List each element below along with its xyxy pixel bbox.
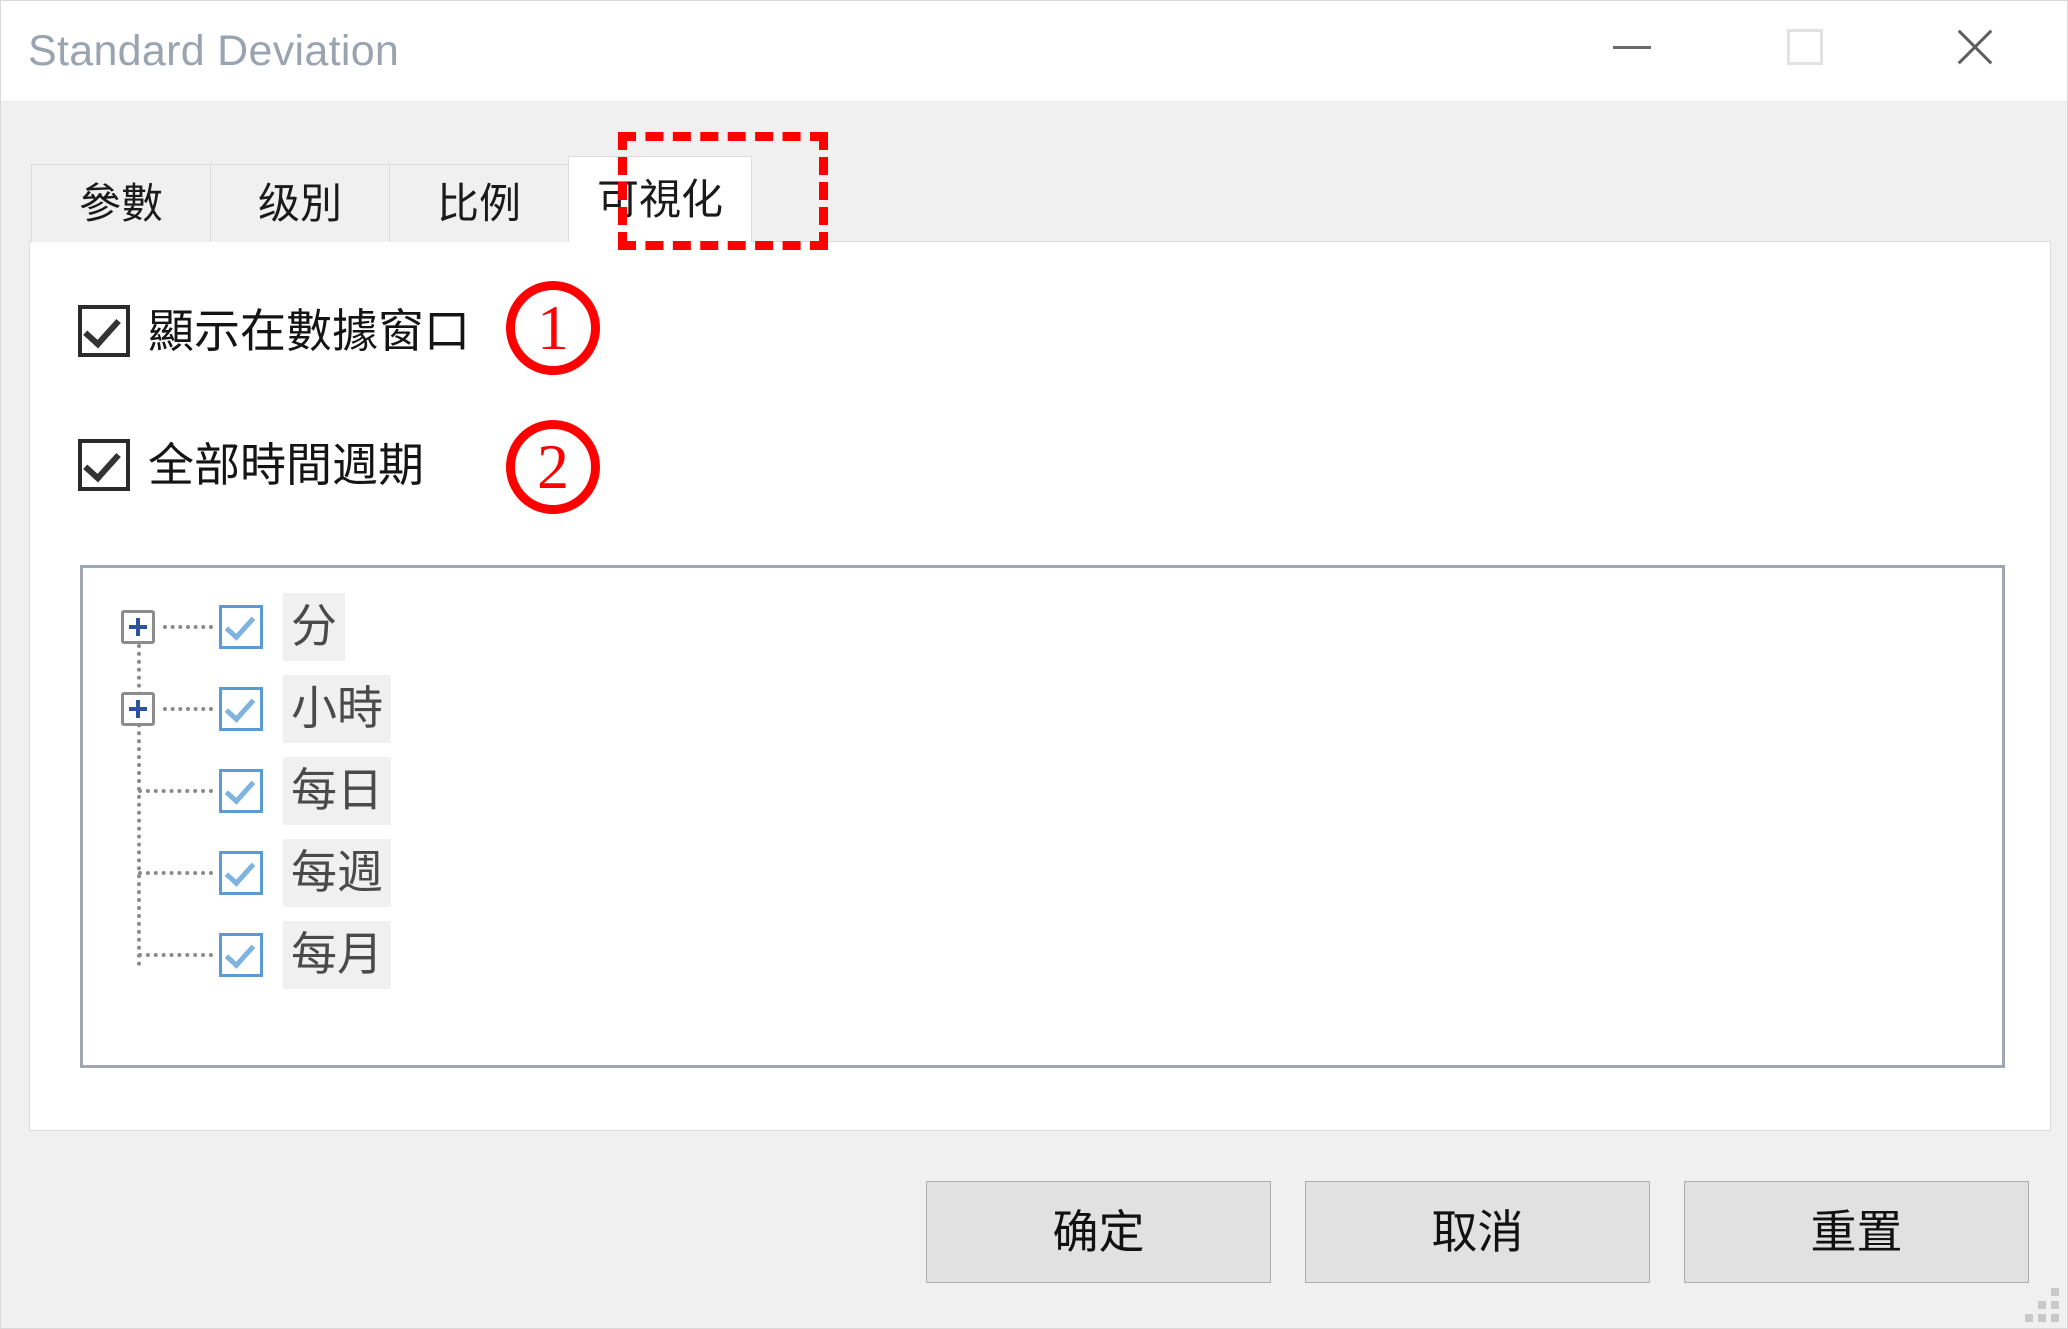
tree-row[interactable]: 每日 xyxy=(83,750,2002,832)
maximize-button[interactable] xyxy=(1742,1,1867,93)
annotation-number-2: 2 xyxy=(506,420,600,514)
tab-parameters[interactable]: 參數 xyxy=(31,164,211,242)
annotation-number-1: 1 xyxy=(506,281,600,375)
check-icon xyxy=(224,609,256,641)
button-label: 确定 xyxy=(1052,1206,1145,1258)
check-icon xyxy=(224,855,256,887)
resize-grip[interactable] xyxy=(2025,1288,2059,1322)
tab-label: 可視化 xyxy=(597,175,724,223)
close-icon xyxy=(1952,24,1998,70)
tree-connector-dots xyxy=(163,707,213,711)
check-icon xyxy=(224,937,256,969)
check-icon xyxy=(224,773,256,805)
dialog-button-bar: 确定 取消 重置 xyxy=(1,1181,2067,1291)
checkbox-timeframe[interactable] xyxy=(219,769,263,813)
dialog-window: Standard Deviation 參數 级別 比例 可視化 顯示在數據窗口 … xyxy=(0,0,2068,1329)
tree-connector-dots xyxy=(163,625,213,629)
timeframe-listbox[interactable]: 分 小時 每日 每週 每月 xyxy=(80,565,2005,1068)
checkbox-row-all-timeframes[interactable]: 全部時間週期 xyxy=(78,439,424,491)
tree-connector-dots xyxy=(138,953,213,957)
checkbox-timeframe[interactable] xyxy=(219,851,263,895)
checkbox-all-timeframes[interactable] xyxy=(78,439,130,491)
tree-item-label: 小時 xyxy=(283,675,391,743)
tab-visualization[interactable]: 可視化 xyxy=(568,156,753,242)
checkbox-timeframe[interactable] xyxy=(219,933,263,977)
button-label: 重置 xyxy=(1810,1206,1903,1258)
tree-connector-dots xyxy=(138,789,213,793)
ok-button[interactable]: 确定 xyxy=(926,1181,1271,1283)
reset-button[interactable]: 重置 xyxy=(1684,1181,2029,1283)
tree-item-label: 分 xyxy=(283,593,345,661)
tree-row[interactable]: 分 xyxy=(83,586,2002,668)
tab-content-panel: 顯示在數據窗口 全部時間週期 分 小時 每日 每週 每月 xyxy=(29,241,2051,1131)
tree-row[interactable]: 每週 xyxy=(83,832,2002,914)
tree-row[interactable]: 每月 xyxy=(83,914,2002,996)
tab-label: 比例 xyxy=(436,179,521,227)
close-button[interactable] xyxy=(1912,1,2037,93)
checkbox-row-show-in-data-window[interactable]: 顯示在數據窗口 xyxy=(78,305,470,357)
tree-row[interactable]: 小時 xyxy=(83,668,2002,750)
button-label: 取消 xyxy=(1431,1206,1524,1258)
checkbox-timeframe[interactable] xyxy=(219,687,263,731)
checkbox-label: 顯示在數據窗口 xyxy=(148,305,470,357)
check-icon xyxy=(224,691,256,723)
checkbox-timeframe[interactable] xyxy=(219,605,263,649)
tree-item-label: 每日 xyxy=(283,757,391,825)
title-bar: Standard Deviation xyxy=(1,1,2067,102)
tab-levels[interactable]: 级別 xyxy=(210,164,390,242)
tab-scale[interactable]: 比例 xyxy=(389,164,569,242)
check-icon xyxy=(83,443,121,483)
tree-item-label: 每週 xyxy=(283,839,391,907)
tree-item-label: 每月 xyxy=(283,921,391,989)
tab-label: 级別 xyxy=(257,179,342,227)
plus-icon[interactable] xyxy=(121,610,155,644)
maximize-icon xyxy=(1786,29,1823,65)
cancel-button[interactable]: 取消 xyxy=(1305,1181,1650,1283)
plus-icon[interactable] xyxy=(121,692,155,726)
tab-strip: 參數 级別 比例 可視化 xyxy=(31,156,753,242)
tree-connector-dots xyxy=(138,871,213,875)
tab-label: 參數 xyxy=(78,179,163,227)
window-title: Standard Deviation xyxy=(28,27,400,75)
timeframe-tree: 分 小時 每日 每週 每月 xyxy=(83,568,2002,996)
check-icon xyxy=(83,309,121,349)
checkbox-show-in-data-window[interactable] xyxy=(78,305,130,357)
minimize-button[interactable] xyxy=(1569,1,1694,93)
checkbox-label: 全部時間週期 xyxy=(148,439,424,491)
minimize-icon xyxy=(1612,45,1651,49)
